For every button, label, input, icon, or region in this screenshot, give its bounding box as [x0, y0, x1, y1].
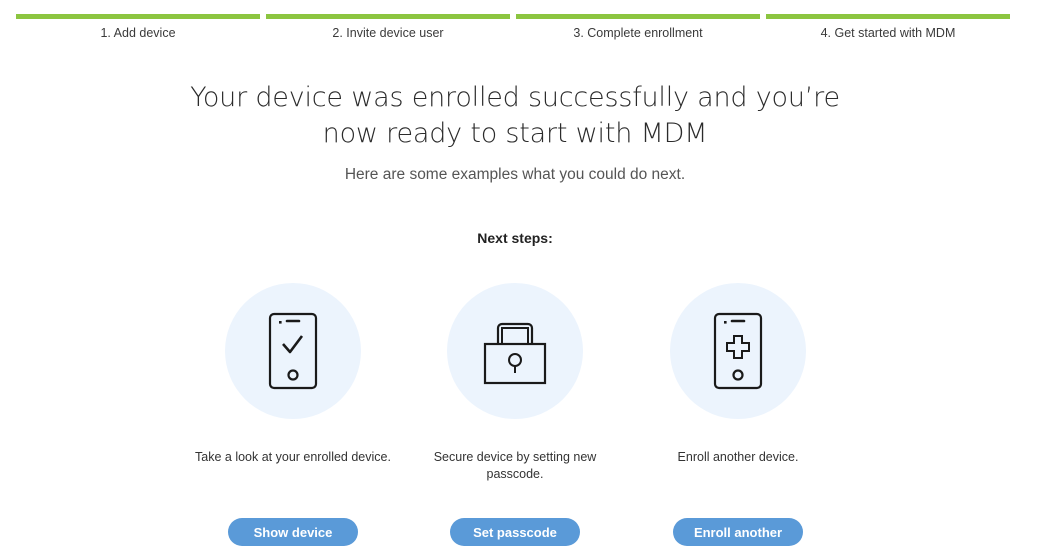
step-label: 4. Get started with MDM	[820, 26, 956, 40]
step-label: 3. Complete enrollment	[573, 26, 703, 40]
step-complete-enrollment: 3. Complete enrollment	[516, 14, 760, 40]
step-bar	[16, 14, 260, 19]
step-get-started: 4. Get started with MDM	[766, 14, 1010, 40]
padlock-icon	[483, 322, 547, 385]
step-add-device: 1. Add device	[16, 14, 260, 40]
icon-circle	[447, 283, 583, 419]
set-passcode-button[interactable]: Set passcode	[450, 518, 580, 546]
show-device-button[interactable]: Show device	[228, 518, 358, 546]
step-label: 2. Invite device user	[332, 26, 444, 40]
icon-circle	[225, 283, 361, 419]
card-show-device: Take a look at your enrolled device. Sho…	[193, 283, 393, 546]
step-bar	[516, 14, 760, 19]
next-steps-heading: Next steps:	[477, 230, 553, 246]
card-set-passcode: Secure device by setting new passcode. S…	[415, 283, 615, 546]
enroll-another-button[interactable]: Enroll another	[673, 518, 803, 546]
step-invite-device-user: 2. Invite device user	[266, 14, 510, 40]
phone-check-icon	[268, 312, 318, 390]
card-enroll-another: Enroll another device. Enroll another	[638, 283, 838, 546]
phone-plus-icon	[713, 312, 763, 390]
page-subtitle: Here are some examples what you could do…	[344, 166, 686, 183]
step-bar	[766, 14, 1010, 19]
card-description: Secure device by setting new passcode.	[433, 450, 597, 481]
enrollment-complete-page: 1. Add device 2. Invite device user 3. C…	[0, 0, 1042, 554]
card-description: Take a look at your enrolled device.	[195, 450, 391, 464]
icon-circle	[670, 283, 806, 419]
step-bar	[266, 14, 510, 19]
page-title-line-2: now ready to start with MDM	[322, 118, 708, 149]
page-title: Your device was enrolled successfully an…	[0, 80, 1030, 152]
progress-stepper: 1. Add device 2. Invite device user 3. C…	[16, 14, 1016, 44]
card-description: Enroll another device.	[677, 450, 799, 464]
page-title-line-1: Your device was enrolled successfully an…	[190, 82, 840, 113]
step-label: 1. Add device	[100, 26, 176, 40]
